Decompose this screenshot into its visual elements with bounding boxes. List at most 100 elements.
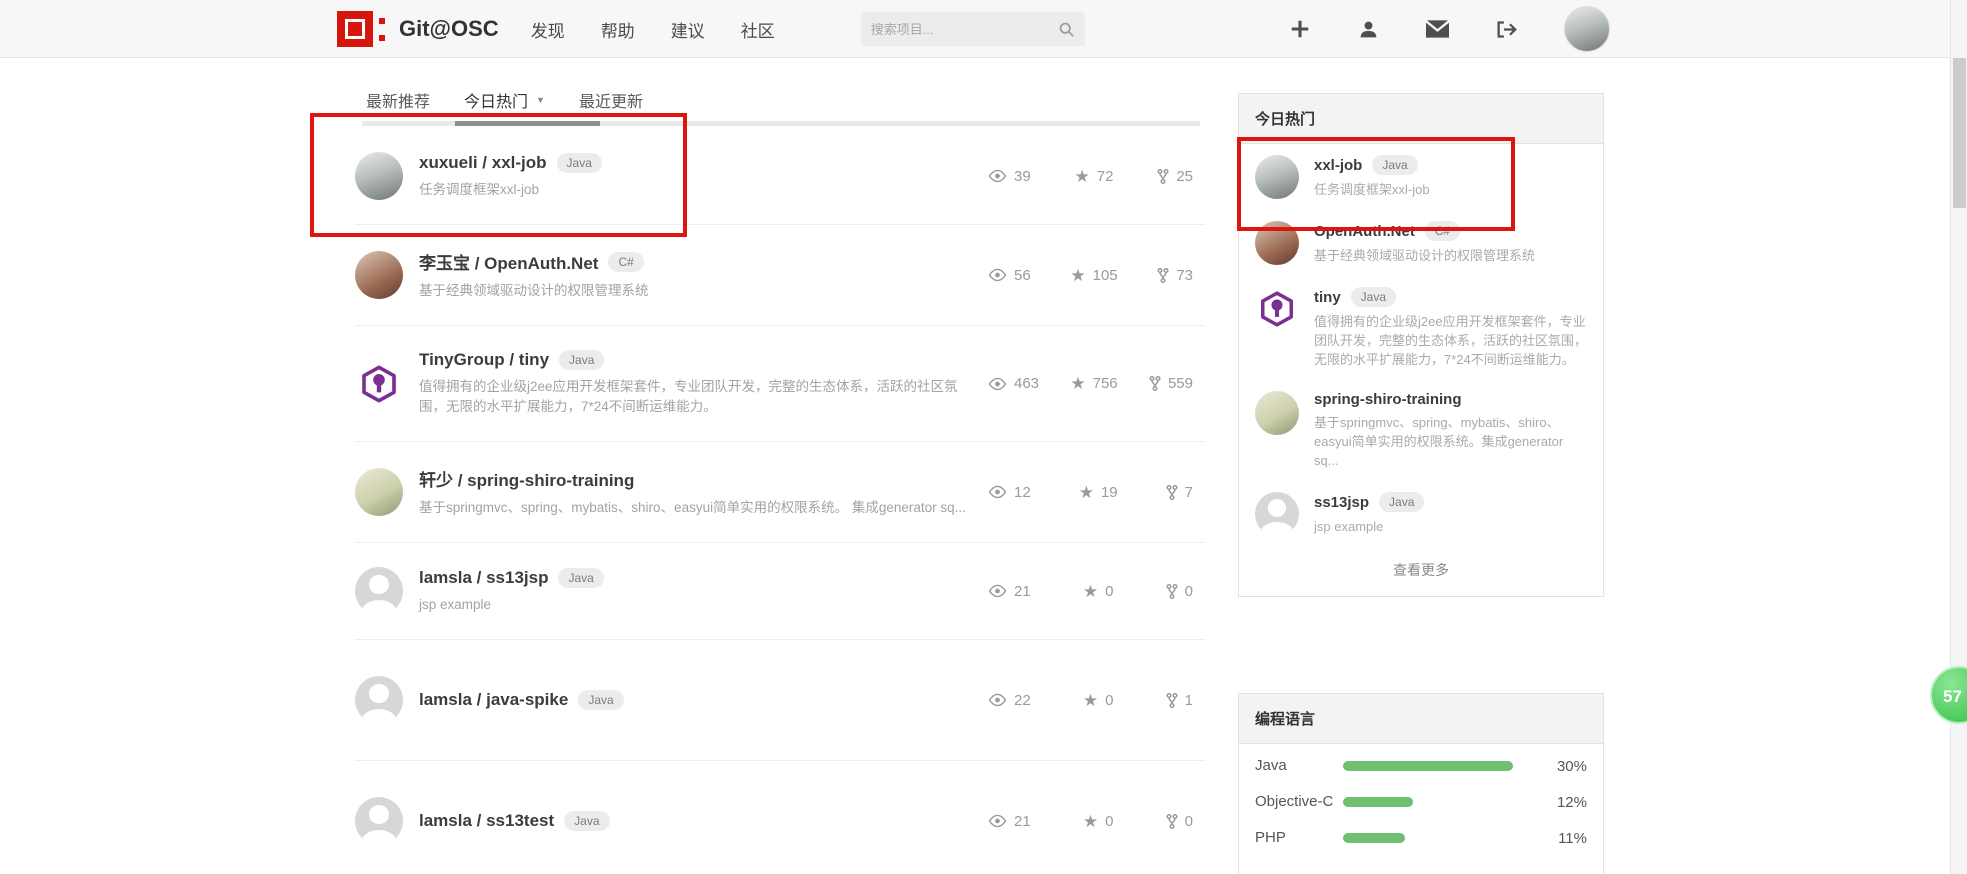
- watch-count: 21: [988, 583, 1031, 600]
- search-icon[interactable]: [1058, 21, 1075, 38]
- languages-panel: 编程语言 Java 30% Objective-C 12% PHP 11%: [1238, 693, 1604, 874]
- project-title[interactable]: 李玉宝 / OpenAuth.Net: [419, 249, 598, 274]
- hot-item-title[interactable]: xxl-job: [1314, 157, 1362, 174]
- fork-icon: [1166, 692, 1178, 709]
- speed-badge-overlay[interactable]: 57: [1930, 666, 1967, 724]
- view-more-link[interactable]: 查看更多: [1239, 547, 1603, 596]
- fork-count: 7: [1166, 484, 1193, 501]
- eye-icon: [988, 485, 1007, 499]
- language-badge: Java: [559, 350, 604, 370]
- hot-item-openauth[interactable]: OpenAuth.Net C# 基于经典领域驱动设计的权限管理系统: [1239, 210, 1603, 276]
- fork-count: 559: [1149, 375, 1193, 392]
- language-badge: Java: [557, 153, 602, 173]
- today-hot-header: 今日热门: [1239, 94, 1603, 144]
- project-title[interactable]: TinyGroup / tiny: [419, 350, 549, 370]
- project-title[interactable]: lamsla / ss13test: [419, 811, 554, 831]
- hot-item-description: jsp example: [1314, 517, 1587, 536]
- fork-icon: [1166, 583, 1178, 600]
- project-title[interactable]: lamsla / ss13jsp: [419, 568, 548, 588]
- nav-link-suggest[interactable]: 建议: [671, 17, 705, 42]
- avatar: [1255, 391, 1299, 435]
- avatar: [1255, 221, 1299, 265]
- language-badge: Java: [1379, 492, 1424, 512]
- project-stats: 56 ★ 105 73: [988, 267, 1193, 284]
- chevron-down-icon: ▼: [536, 95, 545, 105]
- project-title[interactable]: xuxueli / xxl-job: [419, 153, 547, 173]
- watch-count: 21: [988, 813, 1031, 830]
- today-hot-panel: 今日热门 xxl-job Java 任务调度框架xxl-job OpenAuth…: [1238, 93, 1604, 597]
- logout-icon[interactable]: [1496, 20, 1517, 39]
- avatar: [1255, 155, 1299, 199]
- page-scrollbar[interactable]: [1950, 0, 1967, 874]
- tab-latest-recommended[interactable]: 最新推荐: [366, 88, 430, 112]
- hot-item-title[interactable]: tiny: [1314, 289, 1341, 306]
- new-project-icon[interactable]: [1289, 18, 1311, 40]
- watch-count: 463: [988, 375, 1039, 392]
- avatar: [355, 676, 403, 724]
- project-title[interactable]: 轩少 / spring-shiro-training: [419, 466, 634, 491]
- fork-count: 73: [1157, 267, 1193, 284]
- hot-item-spring-shiro[interactable]: spring-shiro-training 基于springmvc、spring…: [1239, 380, 1603, 481]
- gitosc-logo-dots: [379, 18, 385, 41]
- fork-icon: [1157, 168, 1169, 185]
- project-stats: 12 ★ 19 7: [988, 484, 1193, 501]
- hot-item-tiny[interactable]: tiny Java 值得拥有的企业级j2ee应用开发框架套件，专业团队开发，完整…: [1239, 276, 1603, 380]
- tab-underline-active: [455, 121, 600, 126]
- language-badge: Java: [578, 690, 623, 710]
- feed-tabs: 最新推荐 今日热门 ▼ 最近更新: [366, 88, 643, 112]
- hot-item-title[interactable]: OpenAuth.Net: [1314, 223, 1415, 240]
- eye-icon: [988, 693, 1007, 707]
- fork-count: 0: [1166, 583, 1193, 600]
- project-row-spring-shiro[interactable]: 轩少 / spring-shiro-training 基于springmvc、s…: [355, 442, 1205, 543]
- project-row-xxl-job[interactable]: xuxueli / xxl-job Java 任务调度框架xxl-job 39 …: [355, 128, 1205, 225]
- project-description: 值得拥有的企业级j2ee应用开发框架套件，专业团队开发，完整的生态体系，活跃的社…: [419, 377, 972, 417]
- eye-icon: [988, 377, 1007, 391]
- tab-today-hot[interactable]: 今日热门 ▼: [464, 88, 545, 112]
- project-row-ss13test[interactable]: lamsla / ss13test Java 21 ★ 0 0: [355, 761, 1205, 874]
- avatar: [1255, 287, 1299, 331]
- search-input[interactable]: [871, 22, 1058, 37]
- user-avatar[interactable]: [1564, 6, 1610, 52]
- hot-item-xxl-job[interactable]: xxl-job Java 任务调度框架xxl-job: [1239, 144, 1603, 210]
- project-row-tiny[interactable]: TinyGroup / tiny Java 值得拥有的企业级j2ee应用开发框架…: [355, 326, 1205, 442]
- project-stats: 463 ★ 756 559: [988, 375, 1193, 392]
- hot-item-title[interactable]: spring-shiro-training: [1314, 391, 1462, 408]
- hot-item-description: 基于springmvc、spring、mybatis、shiro、easyui简…: [1314, 413, 1587, 470]
- gitosc-logo[interactable]: Git@OSC: [337, 11, 499, 47]
- project-title[interactable]: lamsla / java-spike: [419, 690, 568, 710]
- lang-row-java: Java 30%: [1239, 744, 1603, 784]
- project-stats: 39 ★ 72 25: [988, 168, 1193, 185]
- speed-badge-value: 57: [1943, 687, 1962, 707]
- watch-count: 12: [988, 484, 1031, 501]
- nav-link-discover[interactable]: 发现: [531, 17, 565, 42]
- fork-icon: [1166, 484, 1178, 501]
- search-box[interactable]: [861, 12, 1085, 46]
- project-row-openauth[interactable]: 李玉宝 / OpenAuth.Net C# 基于经典领域驱动设计的权限管理系统 …: [355, 225, 1205, 326]
- nav-link-community[interactable]: 社区: [741, 17, 775, 42]
- lang-row-objective-c: Objective-C 12%: [1239, 784, 1603, 820]
- star-icon: ★: [1070, 267, 1085, 284]
- project-description: 基于经典领域驱动设计的权限管理系统: [419, 281, 972, 301]
- lang-bar: [1343, 761, 1513, 771]
- star-icon: ★: [1070, 375, 1085, 392]
- project-list: xuxueli / xxl-job Java 任务调度框架xxl-job 39 …: [355, 128, 1205, 874]
- avatar: [355, 360, 403, 408]
- fork-icon: [1166, 813, 1178, 830]
- eye-icon: [988, 814, 1007, 828]
- project-row-ss13jsp[interactable]: lamsla / ss13jsp Java jsp example 21 ★ 0…: [355, 543, 1205, 640]
- user-icon[interactable]: [1358, 19, 1379, 40]
- project-stats: 21 ★ 0 0: [988, 583, 1193, 600]
- tab-recently-updated[interactable]: 最近更新: [579, 88, 643, 112]
- watch-count: 39: [988, 168, 1031, 185]
- page: Git@OSC 发现 帮助 建议 社区: [0, 0, 1967, 874]
- scrollbar-thumb[interactable]: [1953, 58, 1966, 208]
- gitosc-logo-mark: [337, 11, 373, 47]
- hot-item-title[interactable]: ss13jsp: [1314, 494, 1369, 511]
- project-row-java-spike[interactable]: lamsla / java-spike Java 22 ★ 0 1: [355, 640, 1205, 761]
- hot-item-ss13jsp[interactable]: ss13jsp Java jsp example: [1239, 481, 1603, 547]
- nav-link-help[interactable]: 帮助: [601, 17, 635, 42]
- fork-icon: [1157, 267, 1169, 284]
- mail-icon[interactable]: [1426, 20, 1449, 38]
- lang-bar: [1343, 797, 1413, 807]
- language-badge: Java: [1351, 287, 1396, 307]
